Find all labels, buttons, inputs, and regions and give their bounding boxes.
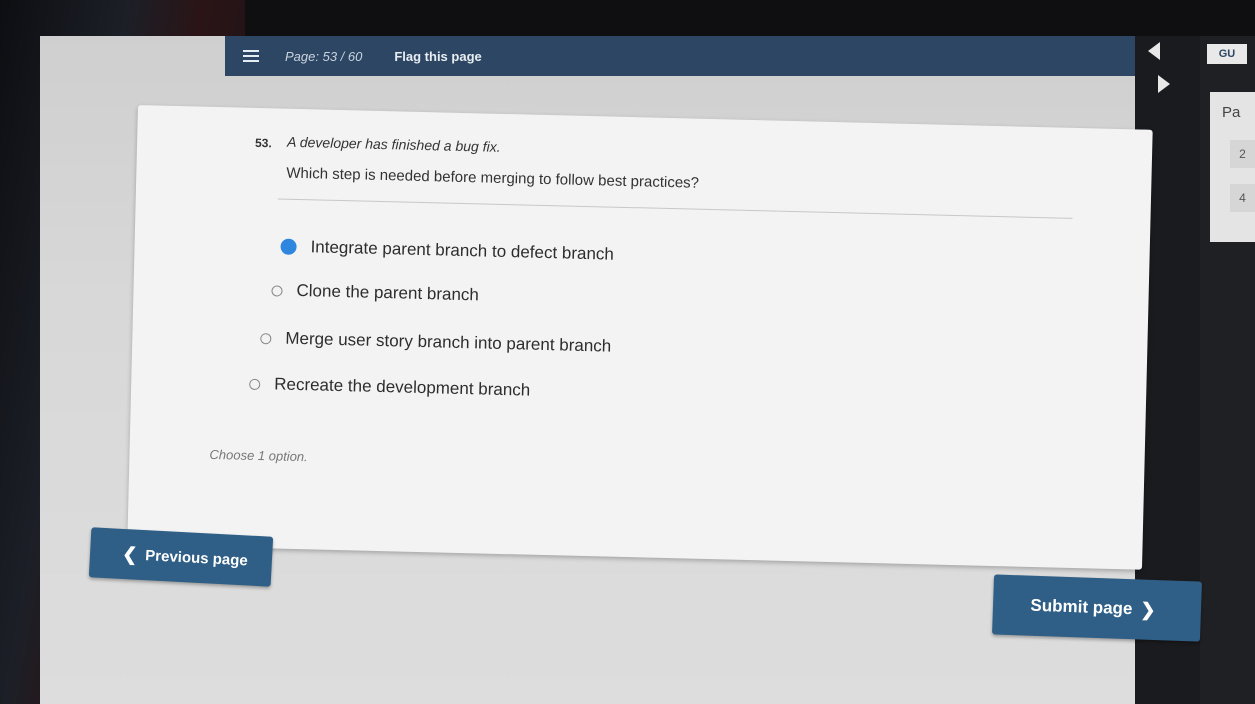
answer-option-label: Recreate the development branch (273, 374, 531, 400)
answer-option-label: Merge user story branch into parent bran… (285, 328, 612, 356)
answer-option[interactable]: Recreate the development branch (249, 374, 531, 401)
collapse-right-icon[interactable] (1158, 75, 1170, 93)
answer-option[interactable]: Clone the parent branch (271, 280, 479, 305)
flag-page-link[interactable]: Flag this page (394, 49, 481, 64)
radio-selected-icon[interactable] (280, 238, 297, 255)
hamburger-icon[interactable] (243, 50, 259, 62)
chevron-right-icon: ❯ (1140, 599, 1156, 620)
radio-icon[interactable] (271, 284, 283, 297)
question-stem: A developer has finished a bug fix. (286, 133, 501, 155)
page-navigator-cell[interactable]: 2 (1230, 140, 1255, 168)
choose-option-hint: Choose 1 option. (209, 446, 308, 465)
page-navigator-cell[interactable]: 4 (1230, 184, 1255, 212)
radio-icon[interactable] (260, 332, 272, 344)
previous-page-button[interactable]: ❮ Previous page (88, 527, 274, 587)
answer-option-label: Integrate parent branch to defect branch (310, 237, 615, 264)
submit-page-button[interactable]: Submit page ❯ (992, 574, 1202, 642)
submit-page-label: Submit page (1030, 595, 1133, 619)
logo: GU (1207, 44, 1247, 64)
radio-icon[interactable] (249, 378, 261, 390)
previous-page-label: Previous page (144, 546, 249, 569)
page-indicator: Page: 53 / 60 (285, 48, 363, 64)
top-bar: Page: 53 / 60 Flag this page (225, 36, 1135, 76)
question-card: 53. A developer has finished a bug fix. … (127, 105, 1153, 570)
answer-option-label: Clone the parent branch (296, 280, 480, 305)
page-navigator-heading: Pa (1222, 104, 1241, 121)
chevron-left-icon: ❮ (121, 543, 138, 565)
collapse-left-icon[interactable] (1148, 42, 1160, 60)
question-divider (277, 198, 1073, 219)
answer-option[interactable]: Integrate parent branch to defect branch (280, 237, 614, 265)
question-prompt: Which step is needed before merging to f… (286, 164, 700, 192)
question-number: 53. (254, 135, 272, 151)
answer-option[interactable]: Merge user story branch into parent bran… (260, 328, 611, 357)
